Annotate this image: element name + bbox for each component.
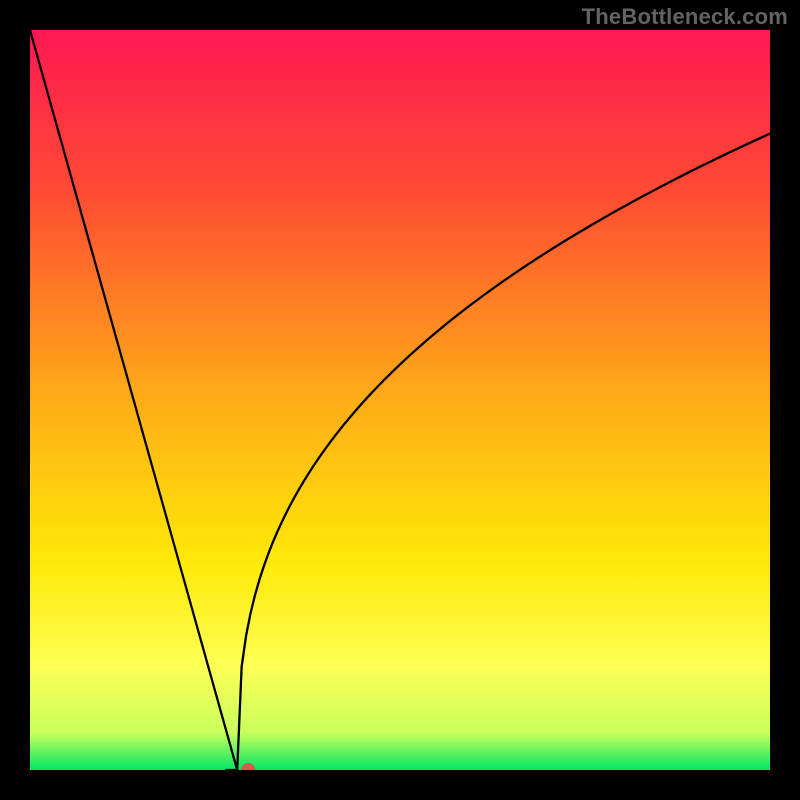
watermark-text: TheBottleneck.com [582, 4, 788, 30]
plot-background [30, 30, 770, 770]
chart-frame: TheBottleneck.com [0, 0, 800, 800]
chart-plot [30, 30, 770, 770]
